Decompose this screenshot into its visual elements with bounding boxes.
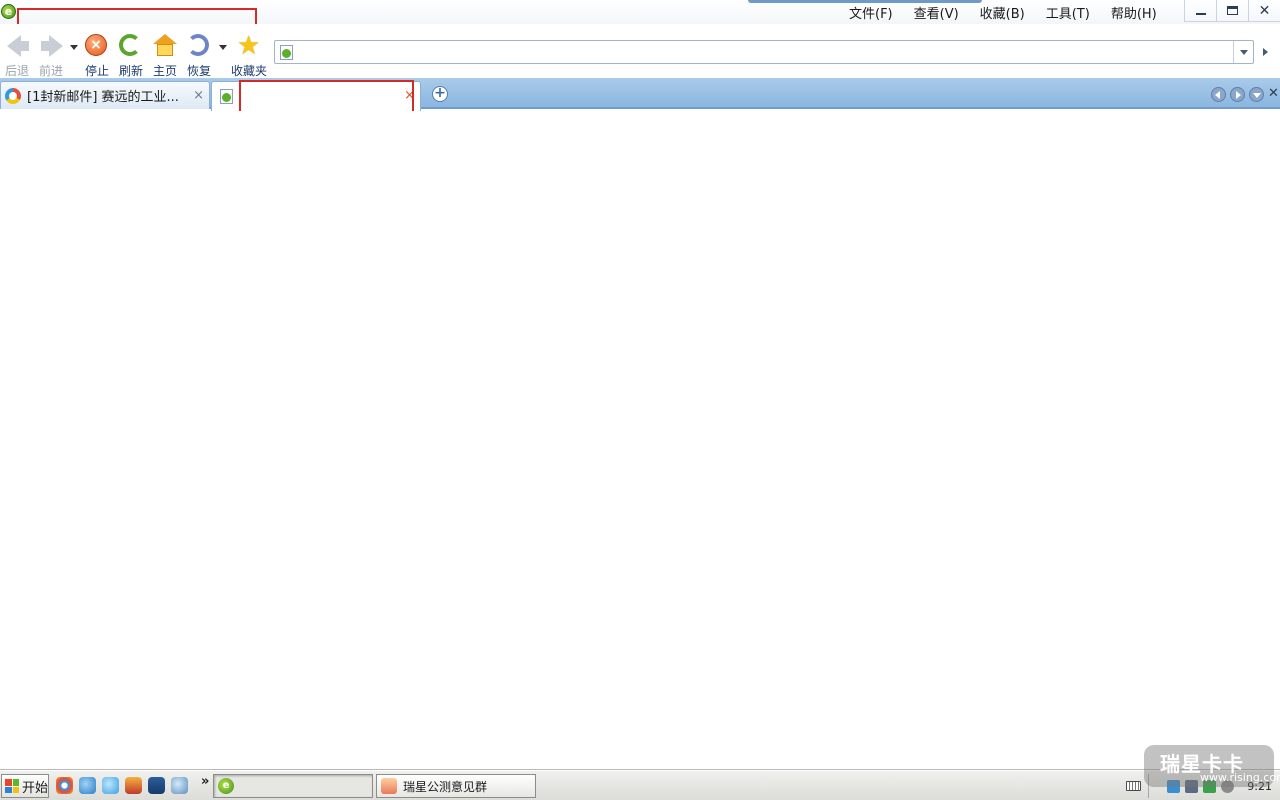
group-chat-icon	[381, 778, 397, 794]
restore-label: 恢复	[187, 64, 212, 78]
refresh-label: 刷新	[119, 64, 144, 78]
taskbar: 开始 » e 瑞星公测意见群 9:21	[0, 770, 1280, 800]
favorites-label: 收藏夹	[231, 64, 268, 78]
task-label: 瑞星公测意见群	[403, 779, 488, 794]
ie-icon[interactable]	[102, 777, 119, 794]
forward-label: 前进	[39, 64, 64, 78]
address-input[interactable]	[299, 43, 1229, 61]
new-tab-button[interactable]: +	[432, 86, 448, 102]
address-dropdown-icon[interactable]	[1233, 41, 1253, 63]
menu-favorites[interactable]: 收藏(B)	[980, 3, 1025, 22]
back-label: 后退	[5, 64, 30, 78]
star-icon: ★	[237, 31, 261, 61]
qq-icon[interactable]	[79, 777, 96, 794]
window-controls: ✕	[1184, 0, 1280, 22]
forward-arrow-icon	[39, 34, 63, 58]
tab-list-icon[interactable]	[1249, 87, 1264, 102]
explorer-icon[interactable]	[148, 777, 165, 794]
tab-scroll-right-icon[interactable]	[1230, 87, 1245, 102]
stop-label: 停止	[85, 64, 110, 78]
minimize-button[interactable]	[1184, 0, 1216, 22]
page-content[interactable]	[0, 111, 1280, 770]
home-icon	[153, 34, 177, 58]
tab-highlight-box	[239, 80, 414, 115]
messenger-icon[interactable]	[171, 777, 188, 794]
menu-file[interactable]: 文件(F)	[849, 3, 893, 22]
stop-button[interactable]: × 停止	[85, 34, 109, 79]
windows-logo-icon	[5, 779, 19, 793]
watermark-url: www.rising.com	[1200, 771, 1280, 784]
restore-icon	[187, 34, 211, 58]
restore-dropdown-icon[interactable]	[219, 45, 227, 50]
maximize-button[interactable]	[1216, 0, 1248, 22]
browser-logo-icon[interactable]: e	[1, 4, 16, 19]
page-favicon-icon	[220, 89, 233, 104]
minimize-icon	[1195, 12, 1206, 15]
restore-button[interactable]: 恢复	[187, 34, 211, 79]
tab-close-icon[interactable]: ×	[193, 88, 204, 103]
close-button[interactable]: ✕	[1248, 0, 1280, 22]
refresh-button[interactable]: 刷新	[119, 34, 143, 79]
address-bar	[274, 40, 1254, 64]
start-label: 开始	[22, 780, 49, 796]
refresh-icon	[119, 34, 143, 58]
quicklaunch-more-icon[interactable]: »	[201, 774, 209, 789]
task-browser[interactable]: e	[213, 774, 373, 798]
back-button[interactable]: 后退	[5, 34, 29, 79]
tab-mail[interactable]: [1封新邮件] 赛远的工业... ×	[0, 81, 210, 109]
task-group-chat[interactable]: 瑞星公测意见群	[376, 774, 536, 798]
mail-favicon-icon	[5, 87, 21, 104]
go-arrow-icon[interactable]	[1256, 40, 1274, 64]
home-button[interactable]: 主页	[153, 34, 177, 79]
maximize-icon	[1227, 6, 1238, 15]
back-arrow-icon	[5, 34, 29, 58]
page-icon	[280, 45, 293, 60]
tab-scroll-left-icon[interactable]	[1211, 87, 1226, 102]
menu-view[interactable]: 查看(V)	[914, 3, 959, 22]
forward-dropdown-icon[interactable]	[70, 45, 78, 50]
desktop-icon[interactable]	[125, 777, 142, 794]
home-label: 主页	[153, 64, 178, 78]
close-all-tabs-icon[interactable]: ✕	[1268, 86, 1280, 102]
menu-tools[interactable]: 工具(T)	[1046, 3, 1090, 22]
menu-help[interactable]: 帮助(H)	[1111, 3, 1157, 22]
keyboard-icon[interactable]	[1126, 781, 1141, 791]
start-button[interactable]: 开始	[1, 774, 49, 798]
close-icon: ✕	[1258, 2, 1271, 19]
favorites-button[interactable]: ★ 收藏夹	[231, 31, 268, 79]
tab-title: [1封新邮件] 赛远的工业...	[27, 90, 179, 105]
stop-icon: ×	[85, 34, 109, 58]
menu-bar: 文件(F) 查看(V) 收藏(B) 工具(T) 帮助(H)	[849, 3, 1157, 22]
chrome-icon[interactable]	[56, 777, 73, 794]
browser-task-icon: e	[218, 778, 234, 794]
forward-button[interactable]: 前进	[39, 34, 63, 79]
